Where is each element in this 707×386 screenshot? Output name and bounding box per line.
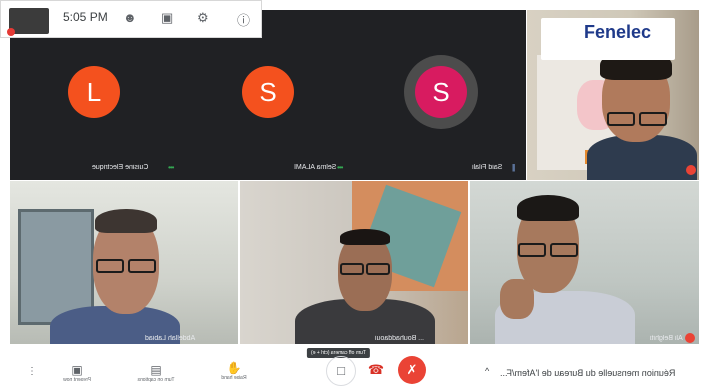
participant-name: Selma ALAMI [294,164,337,171]
participant-avatar: S [242,66,294,118]
glasses [607,112,635,126]
glasses [340,263,364,275]
glasses [518,243,546,257]
fenelec-logo-text: Fenelec [584,22,652,42]
present-now-button[interactable]: ▣ Present now [52,363,102,383]
mic-toggle-button[interactable]: ✗ [398,356,426,384]
person-hair [95,209,157,233]
recording-dot [7,28,15,36]
hand-icon: ✋ [226,361,242,375]
participant-tile-cuisine[interactable]: L Cuisine Electrique ••• [10,38,182,180]
chat-icon[interactable]: ▣ [161,10,173,26]
participant-avatar: L [68,66,120,118]
camera-icon: □ [337,363,345,378]
mic-muted-icon [686,165,696,175]
mic-off-icon: ✗ [406,362,418,377]
raise-hand-label: Raise hand [221,375,247,381]
people-icon[interactable]: ☻ [123,10,137,25]
glasses [128,259,156,273]
speaking-icon: || [512,163,515,172]
participant-avatar: S [415,66,467,118]
present-icon: ▣ [71,363,83,377]
participant-tile-bottom-left[interactable]: Abdellah Labiad [10,181,238,348]
more-options-icon[interactable]: ⋮ [27,366,37,377]
glasses [639,112,667,126]
participant-name: Said Filali [472,164,503,171]
info-icon[interactable]: ⓘ [237,10,250,29]
participant-tile-bottom-center[interactable]: ... Bouhaddaoui [240,181,468,348]
participant-name: Cuisine Electrique [92,164,149,171]
captions-button[interactable]: ▤ Turn on captions [128,363,184,383]
participant-tile-selma[interactable]: S Selma ALAMI ••• [182,38,354,180]
glasses [366,263,390,275]
activities-icon[interactable]: ⚙ [197,10,209,26]
audio-level-icon: ••• [337,163,343,172]
glasses [96,259,124,273]
meeting-title[interactable]: Réunion mensuelle du Bureau de l'Afem/F.… [500,368,675,378]
meet-window: 5:05 PM ☻ ▣ ⚙ ⓘ L Cuisine Electrique •••… [0,0,707,386]
participant-name: Ali Belghiti [650,335,683,342]
glasses [550,243,578,257]
audio-level-icon: ••• [168,163,174,172]
person-hair [517,195,579,221]
raise-hand-button[interactable]: ✋ Raise hand [214,361,254,381]
clock-time: 5:05 PM [63,10,108,24]
mic-muted-icon [685,333,695,343]
captions-label: Turn on captions [137,377,175,383]
chevron-up-icon[interactable]: ^ [485,366,489,376]
participant-name: ... Bouhaddaoui [375,335,425,342]
participant-name: Abdellah Labiad [145,335,196,342]
leave-call-button[interactable]: ☎ [362,356,390,384]
top-fill [262,10,354,38]
participant-tile-bottom-right[interactable]: Ali Belghiti [470,181,699,348]
person-hand [500,279,534,319]
person-hair [340,229,390,245]
camera-toggle-button[interactable]: □ [326,356,356,386]
top-info-bar: 5:05 PM ☻ ▣ ⚙ ⓘ [0,0,262,38]
captions-icon: ▤ [150,363,162,377]
participant-tile-said[interactable]: S Said Filali || [354,10,526,180]
hang-up-icon: ☎ [367,362,385,377]
self-view-thumbnail[interactable] [7,8,49,36]
present-now-label: Present now [63,377,91,383]
